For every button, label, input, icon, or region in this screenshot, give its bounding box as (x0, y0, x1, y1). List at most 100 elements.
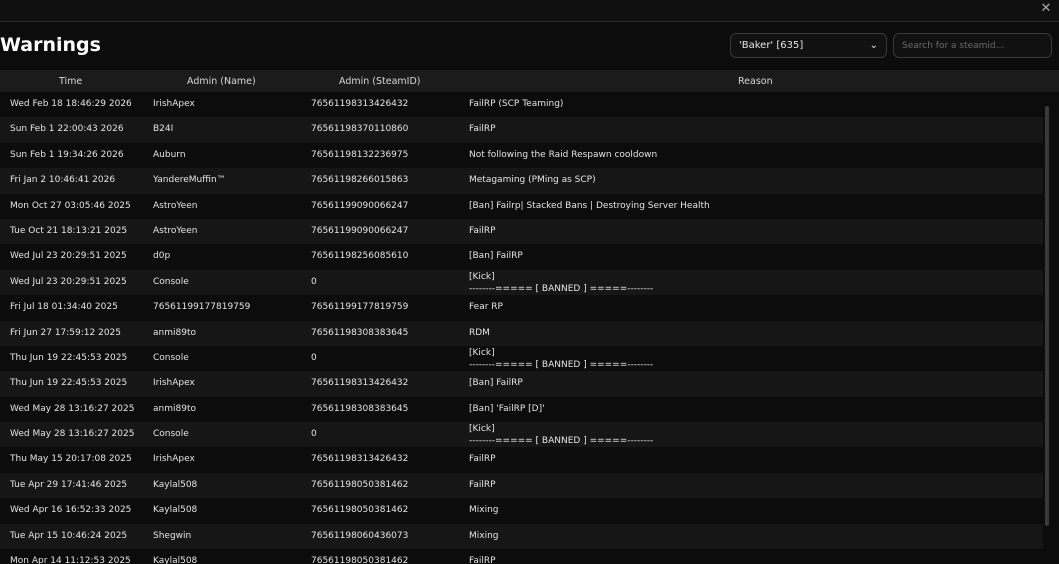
cell-time: Tue Apr 29 17:41:46 2025 (10, 479, 128, 490)
cell-time: Tue Apr 15 10:46:24 2025 (10, 530, 128, 541)
cell-admin-name: AstroYeen (153, 200, 198, 211)
cell-reason: FailRP (469, 549, 496, 564)
table-row[interactable]: Mon Apr 14 11:12:53 2025 Kaylal508 7656119… (0, 549, 1043, 564)
cell-reason-line: --------===== [ BANNED ] =====-------- (469, 436, 654, 447)
cell-reason-line: [Ban] FailRP (469, 251, 523, 262)
cell-reason: Fear RP (469, 295, 503, 320)
cell-admin-name: 76561199177819759 (153, 302, 251, 313)
table-row[interactable]: Thu May 15 20:17:08 2025 IrishApex 7656119… (0, 447, 1043, 472)
cell-admin-steamid: 76561198050381462 (311, 505, 409, 516)
header-admin-steamid[interactable]: Admin (SteamID) (339, 76, 421, 87)
cell-time: Wed Jul 23 20:29:51 2025 (10, 276, 127, 287)
table-row[interactable]: Mon Oct 27 03:05:46 2025 AstroYeen 7656119… (0, 194, 1043, 219)
player-select[interactable]: 'Baker' [635] ⌄ (730, 33, 887, 58)
table-row[interactable]: Fri Jan 2 10:46:41 2026 YandereMuffin™ 765… (0, 168, 1043, 194)
cell-admin-name: B24I (153, 124, 174, 135)
cell-reason-line: Not following the Raid Respawn cooldown (469, 149, 658, 160)
cell-reason-line: [Ban] Failrp| Stacked Bans | Destroying … (469, 200, 710, 211)
warnings-table-body: Wed Feb 18 18:46:29 2026 IrishApex 7656119… (0, 92, 1043, 564)
cell-time: Thu May 15 20:17:08 2025 (10, 454, 132, 465)
close-icon[interactable]: ✕ (1038, 1, 1054, 17)
cell-reason: Mixing (469, 498, 499, 523)
steamid-search-input[interactable] (893, 33, 1052, 58)
cell-admin-name: anmi89to (153, 327, 196, 338)
header-reason[interactable]: Reason (738, 76, 773, 87)
cell-admin-steamid: 76561198050381462 (311, 479, 409, 490)
table-row[interactable]: Sun Feb 1 19:34:26 2026 Auburn 76561198132… (0, 143, 1043, 168)
cell-reason-line: Mixing (469, 505, 499, 516)
cell-admin-steamid: 0 (311, 352, 317, 363)
cell-admin-name: d0p (153, 251, 171, 262)
cell-time: Fri Jul 18 01:34:40 2025 (10, 302, 118, 313)
cell-reason: [Ban] FailRP (469, 371, 523, 396)
cell-time: Fri Jan 2 10:46:41 2026 (10, 175, 116, 186)
table-row[interactable]: Sun Feb 1 22:00:43 2026 B24I 7656119837011… (0, 117, 1043, 143)
table-row[interactable]: Wed Jul 23 20:29:51 2025 Console 0 [Kick] --… (0, 269, 1043, 296)
scrollbar-thumb[interactable] (1045, 106, 1049, 526)
table-row[interactable]: Thu Jun 19 22:45:53 2025 IrishApex 7656119… (0, 371, 1043, 397)
header-admin-name[interactable]: Admin (Name) (187, 76, 256, 87)
table-row[interactable]: Wed May 28 13:16:27 2025 Console 0 [Kick] --… (0, 422, 1043, 448)
table-row[interactable]: Wed Jul 23 20:29:51 2025 d0p 7656119825608… (0, 244, 1043, 269)
cell-admin-name: Shegwin (153, 530, 192, 541)
cell-reason-line: [Ban] 'FailRP [D]' (469, 403, 545, 414)
cell-reason: [Kick] --------===== [ BANNED ] =====----… (469, 347, 653, 371)
cell-admin-name: anmi89to (153, 403, 196, 414)
cell-admin-steamid: 76561199090066247 (311, 200, 409, 211)
cell-admin-name: Console (153, 352, 189, 363)
cell-admin-name: IrishApex (153, 378, 195, 389)
table-row[interactable]: Fri Jun 27 17:59:12 2025 anmi89to 76561198… (0, 320, 1043, 346)
table-row[interactable]: Wed Apr 16 16:52:33 2025 Kaylal508 7656119… (0, 498, 1043, 523)
cell-reason-line: [Ban] FailRP (469, 378, 523, 389)
cell-admin-name: Console (153, 429, 189, 440)
table-row[interactable]: Tue Oct 21 18:13:21 2025 AstroYeen 7656119… (0, 218, 1043, 245)
cell-reason-line: FailRP (469, 454, 496, 465)
cell-admin-steamid: 76561198256085610 (311, 251, 409, 262)
cell-reason-line: FailRP (469, 124, 496, 135)
chevron-down-icon: ⌄ (869, 40, 878, 51)
cell-reason: FailRP (469, 447, 496, 472)
table-row[interactable]: Thu Jun 19 22:45:53 2025 Console 0 [Kick] --… (0, 346, 1043, 371)
cell-reason-line: RDM (469, 327, 490, 338)
cell-reason: [Ban] FailRP (469, 244, 523, 269)
cell-admin-steamid: 76561199177819759 (311, 302, 409, 313)
table-row[interactable]: Wed May 28 13:16:27 2025 anmi89to 76561198… (0, 397, 1043, 422)
cell-reason: Mixing (469, 524, 499, 549)
cell-admin-steamid: 76561198370110860 (311, 124, 409, 135)
cell-admin-name: IrishApex (153, 454, 195, 465)
cell-admin-steamid: 76561198313426432 (311, 99, 409, 109)
cell-reason: [Kick] --------===== [ BANNED ] =====----… (469, 423, 653, 447)
cell-reason-line: FailRP (469, 479, 496, 490)
cell-admin-name: Kaylal508 (153, 556, 198, 564)
cell-reason-line: Metagaming (PMing as SCP) (469, 175, 596, 186)
header-time[interactable]: Time (59, 76, 82, 87)
cell-admin-name: Auburn (153, 149, 186, 160)
cell-admin-name: YandereMuffin™ (153, 175, 226, 186)
cell-reason-line: FailRP (469, 225, 496, 236)
cell-reason: [Ban] Failrp| Stacked Bans | Destroying … (469, 194, 710, 219)
cell-reason: [Kick] --------===== [ BANNED ] =====----… (469, 271, 653, 295)
cell-admin-steamid: 76561198313426432 (311, 378, 409, 389)
cell-admin-steamid: 76561198060436073 (311, 530, 409, 541)
cell-reason: FailRP (469, 473, 496, 498)
cell-admin-steamid: 0 (311, 276, 317, 287)
cell-reason: Not following the Raid Respawn cooldown (469, 143, 657, 168)
table-row[interactable]: Wed Feb 18 18:46:29 2026 IrishApex 7656119… (0, 92, 1043, 117)
cell-admin-name: Console (153, 276, 189, 287)
cell-reason-line: [Kick] (469, 347, 495, 358)
cell-reason-line: --------===== [ BANNED ] =====-------- (469, 283, 654, 294)
table-row[interactable]: Tue Apr 29 17:41:46 2025 Kaylal508 7656119… (0, 472, 1043, 499)
cell-reason: FailRP (469, 219, 496, 244)
cell-admin-steamid: 0 (311, 429, 317, 440)
cell-reason-line: [Kick] (469, 271, 495, 282)
cell-reason-line: FailRP (SCP Teaming) (469, 99, 564, 109)
cell-reason-line: --------===== [ BANNED ] =====-------- (469, 359, 654, 370)
cell-time: Mon Apr 14 11:12:53 2025 (10, 556, 131, 564)
page-title: Warnings (0, 34, 101, 56)
cell-time: Thu Jun 19 22:45:53 2025 (10, 378, 128, 389)
cell-time: Fri Jun 27 17:59:12 2025 (10, 327, 122, 338)
table-row[interactable]: Fri Jul 18 01:34:40 2025 7656119917781975… (0, 295, 1043, 320)
cell-reason: FailRP (SCP Teaming) (469, 92, 563, 117)
table-row[interactable]: Tue Apr 15 10:46:24 2025 Shegwin 765611980… (0, 523, 1043, 550)
cell-reason-line: [Kick] (469, 424, 495, 435)
